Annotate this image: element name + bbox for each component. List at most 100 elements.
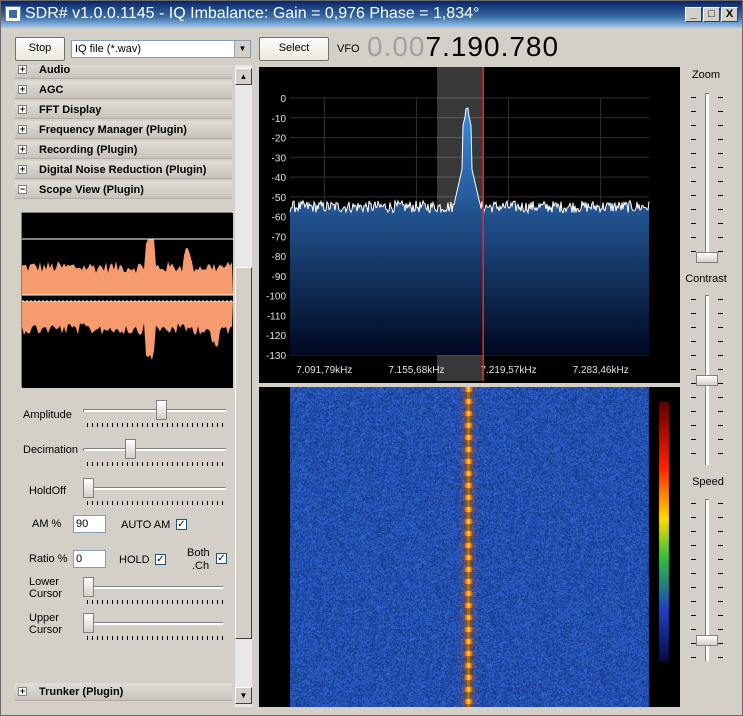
lower-cursor-ticks: [87, 600, 223, 604]
scroll-up-icon[interactable]: ▲: [235, 68, 252, 85]
amplitude-label: Amplitude: [23, 409, 72, 421]
expand-icon[interactable]: +: [18, 165, 27, 174]
decimation-slider-thumb[interactable]: [125, 439, 137, 459]
section-digital-noise-reduction-plugin[interactable]: + Digital Noise Reduction (Plugin): [15, 161, 232, 179]
contrast-ticks-right: [718, 299, 723, 467]
auto-am-checkbox[interactable]: ✓: [176, 519, 187, 530]
expand-icon[interactable]: +: [18, 85, 27, 94]
spectrum-chart: 0 -10 -20 -30 -40 -50 -60 -70 -80 -90 -100 -110 -120…: [266, 67, 650, 381]
collapse-icon[interactable]: −: [18, 185, 27, 194]
section-trunker-label: Trunker (Plugin): [39, 686, 124, 698]
scope-view-display: [21, 212, 233, 388]
y-tick-label: -100: [266, 292, 286, 303]
section-agc[interactable]: + AGC: [15, 81, 232, 99]
y-tick-label: 0: [280, 94, 286, 105]
amplitude-slider-track[interactable]: [83, 409, 226, 412]
section-audio[interactable]: + Audio: [15, 65, 232, 79]
spectrum-analyzer[interactable]: 0 -10 -20 -30 -40 -50 -60 -70 -80 -90 -100 -110 -120…: [259, 67, 680, 383]
decimation-label: Decimation: [23, 444, 79, 456]
expand-icon[interactable]: +: [18, 105, 27, 114]
speed-label: Speed: [692, 476, 724, 488]
section-trunker[interactable]: + Trunker (Plugin): [15, 683, 232, 701]
waterfall-canvas: [259, 387, 680, 707]
expand-icon[interactable]: +: [18, 145, 27, 154]
zoom-ticks-left: [691, 97, 696, 265]
section-fft-display[interactable]: + FFT Display: [15, 101, 232, 119]
amplitude-slider-thumb[interactable]: [155, 400, 167, 420]
x-tick-label: 7.219,57kHz: [480, 365, 536, 376]
y-tick-label: -80: [272, 252, 287, 263]
x-tick-label: 7.155,68kHz: [388, 365, 444, 376]
waterfall-display[interactable]: [259, 387, 680, 707]
am-percent-input[interactable]: 90: [73, 515, 106, 533]
zoom-slider-thumb[interactable]: [696, 252, 718, 263]
ratio-percent-input[interactable]: 0: [73, 550, 106, 568]
am-percent-label: AM %: [32, 518, 62, 530]
control-panel-scrollbar[interactable]: ▲ ▼: [235, 65, 252, 707]
chevron-down-icon[interactable]: ▼: [234, 41, 250, 57]
source-select-value: IQ file (*.wav): [75, 43, 142, 55]
control-panel: + Audio + AGC + FFT Display + Frequency Manager…: [15, 65, 234, 707]
hold-checkbox[interactable]: ✓: [155, 554, 166, 565]
scroll-down-icon[interactable]: ▼: [235, 687, 252, 704]
select-button[interactable]: Select: [259, 37, 329, 61]
zoom-label: Zoom: [691, 69, 721, 81]
lower-cursor-label-line1: Lower: [29, 576, 59, 588]
y-tick-label: -60: [272, 213, 287, 224]
window-title: SDR# v1.0.0.1145 - IQ Imbalance: Gain = …: [25, 5, 480, 22]
section-label: Digital Noise Reduction (Plugin): [39, 164, 207, 176]
upper-cursor-slider-track[interactable]: [83, 622, 223, 625]
minimize-button[interactable]: _: [685, 7, 702, 22]
source-select[interactable]: IQ file (*.wav) ▼: [71, 40, 251, 58]
section-label: Audio: [39, 65, 71, 76]
upper-cursor-label-line2: Cursor: [29, 624, 63, 636]
y-tick-label: -20: [272, 134, 287, 145]
section-label: AGC: [39, 84, 64, 96]
upper-cursor-slider-thumb[interactable]: [83, 613, 94, 633]
decimation-slider-track[interactable]: [83, 448, 226, 451]
upper-cursor-label-line1: Upper: [29, 612, 59, 624]
scroll-thumb[interactable]: [235, 267, 252, 639]
amplitude-ticks: [87, 423, 227, 427]
lower-cursor-slider-thumb[interactable]: [83, 577, 94, 597]
contrast-label: Contrast: [685, 273, 727, 285]
lower-cursor-label-line2: Cursor: [29, 588, 63, 600]
lower-cursor-slider-track[interactable]: [83, 586, 223, 589]
decimation-ticks: [87, 462, 227, 466]
expand-icon[interactable]: +: [18, 65, 27, 74]
vfo-significant-digits: 7.190.780: [425, 31, 560, 62]
auto-am-label: AUTO AM: [121, 519, 171, 531]
y-tick-label: -130: [266, 351, 286, 362]
both-ch-checkbox[interactable]: ✓: [216, 553, 227, 564]
y-tick-label: -40: [272, 173, 287, 184]
section-recording-plugin[interactable]: + Recording (Plugin): [15, 141, 232, 159]
spectrum-fill: [290, 108, 649, 355]
section-frequency-manager-plugin[interactable]: + Frequency Manager (Plugin): [15, 121, 232, 139]
holdoff-slider-thumb[interactable]: [83, 478, 94, 498]
stop-button[interactable]: Stop: [15, 37, 65, 61]
close-button[interactable]: X: [721, 7, 738, 22]
maximize-button[interactable]: □: [703, 7, 720, 22]
section-label: FFT Display: [39, 104, 102, 116]
vfo-frequency-display[interactable]: 0.007.190.780: [367, 31, 559, 63]
zoom-slider-track[interactable]: [705, 93, 709, 263]
y-tick-label: -30: [272, 153, 287, 164]
both-ch-label-line1: Both: [187, 547, 210, 559]
scope-waveform: [22, 213, 233, 388]
section-label: Scope View (Plugin): [39, 184, 144, 196]
ratio-percent-label: Ratio %: [29, 553, 68, 565]
vfo-leading-digits: 0.00: [367, 31, 426, 62]
x-tick-label: 7.091,79kHz: [296, 365, 352, 376]
zoom-ticks-right: [718, 97, 723, 265]
expand-icon[interactable]: +: [18, 125, 27, 134]
contrast-slider-thumb[interactable]: [696, 374, 718, 386]
main-window: SDR# v1.0.0.1145 - IQ Imbalance: Gain = …: [0, 0, 743, 716]
holdoff-slider-track[interactable]: [83, 487, 226, 490]
section-scope-view-plugin[interactable]: − Scope View (Plugin): [15, 181, 232, 199]
hold-label: HOLD: [119, 554, 150, 566]
both-ch-label-line2: .Ch: [192, 560, 210, 572]
expand-icon[interactable]: +: [18, 687, 27, 696]
title-bar[interactable]: SDR# v1.0.0.1145 - IQ Imbalance: Gain = …: [1, 1, 742, 28]
y-tick-label: -50: [272, 193, 287, 204]
speed-slider-thumb[interactable]: [696, 634, 718, 646]
